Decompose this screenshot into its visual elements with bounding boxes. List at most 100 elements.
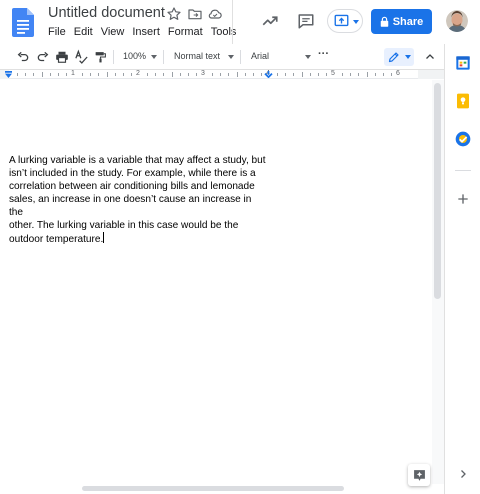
ruler-tick bbox=[114, 73, 116, 76]
present-icon bbox=[334, 14, 349, 27]
ruler-number: 1 bbox=[71, 70, 75, 77]
ruler-tick bbox=[366, 72, 368, 77]
font-caret[interactable] bbox=[305, 55, 311, 59]
document-line: isn’t included in the study. For example… bbox=[9, 168, 256, 179]
ruler-tick bbox=[350, 73, 352, 76]
ruler-tick bbox=[285, 73, 287, 76]
style-caret[interactable] bbox=[228, 55, 234, 59]
ruler-tick bbox=[41, 72, 43, 77]
more-options-button[interactable]: ··· bbox=[318, 48, 329, 60]
chevron-right-icon[interactable] bbox=[457, 468, 469, 480]
menu-file[interactable]: File bbox=[48, 26, 74, 38]
redo-icon[interactable] bbox=[36, 49, 50, 65]
toolbar-separator bbox=[163, 50, 164, 64]
editing-mode-button[interactable] bbox=[384, 48, 414, 66]
tab-stop-marker-icon[interactable] bbox=[264, 71, 273, 78]
lock-icon bbox=[380, 16, 388, 27]
menu-tools[interactable]: Tools bbox=[211, 26, 245, 38]
share-label: Share bbox=[392, 15, 424, 28]
ruler-tick bbox=[82, 73, 84, 76]
ruler-tick bbox=[382, 73, 384, 76]
menu-format[interactable]: Format bbox=[168, 26, 211, 38]
side-panel bbox=[444, 44, 480, 494]
document-line: correlation between air conditioning bil… bbox=[9, 181, 255, 192]
ruler-tick bbox=[293, 73, 295, 76]
document-line: other. The lurking variable in this case… bbox=[9, 220, 239, 231]
style-select[interactable]: Normal text bbox=[174, 51, 220, 61]
ruler-tick bbox=[309, 73, 311, 76]
ruler-tick bbox=[90, 73, 92, 76]
zoom-select[interactable]: 100% bbox=[123, 51, 146, 61]
calendar-icon[interactable] bbox=[455, 55, 471, 71]
editing-mode-caret bbox=[405, 55, 411, 59]
ruler: 1 2 3 4 5 6 bbox=[0, 70, 444, 79]
ruler-tick bbox=[301, 72, 303, 77]
ruler-tick bbox=[252, 73, 254, 76]
present-dropdown-caret[interactable] bbox=[353, 20, 359, 24]
menu-insert[interactable]: Insert bbox=[132, 26, 168, 38]
ruler-tick bbox=[122, 73, 124, 76]
move-to-folder-icon[interactable] bbox=[187, 6, 203, 22]
comment-history-icon[interactable] bbox=[297, 12, 315, 30]
zoom-caret[interactable] bbox=[151, 55, 157, 59]
ruler-tick bbox=[98, 73, 100, 76]
ruler-tick bbox=[358, 73, 360, 76]
document-body[interactable]: A lurking variable is a variable that ma… bbox=[9, 154, 267, 246]
horizontal-scrollbar-thumb[interactable] bbox=[82, 486, 344, 491]
ruler-tick bbox=[57, 73, 59, 76]
vertical-scrollbar-thumb[interactable] bbox=[434, 83, 441, 299]
header-divider bbox=[232, 0, 233, 44]
explore-button[interactable] bbox=[408, 464, 430, 486]
ruler-tick bbox=[342, 73, 344, 76]
document-line: A lurking variable is a variable that ma… bbox=[9, 155, 266, 166]
tasks-icon[interactable] bbox=[455, 131, 471, 147]
ruler-tick bbox=[228, 73, 230, 76]
present-button[interactable] bbox=[327, 9, 363, 33]
explore-icon bbox=[413, 469, 425, 481]
chevron-up-icon[interactable] bbox=[424, 49, 436, 65]
ruler-tick bbox=[277, 73, 279, 76]
ruler-tick bbox=[317, 73, 319, 76]
activity-dashboard-icon[interactable] bbox=[261, 12, 279, 30]
text-cursor bbox=[103, 232, 105, 243]
avatar[interactable] bbox=[446, 10, 468, 32]
toolbar-separator bbox=[240, 50, 241, 64]
ruler-tick bbox=[25, 73, 27, 76]
ruler-tick bbox=[390, 73, 392, 76]
ruler-tick bbox=[49, 73, 51, 76]
menu-edit[interactable]: Edit bbox=[74, 26, 101, 38]
ruler-tick bbox=[65, 73, 67, 76]
side-panel-divider bbox=[455, 170, 471, 171]
paint-format-icon[interactable] bbox=[94, 49, 107, 65]
ruler-tick bbox=[244, 73, 246, 76]
undo-icon[interactable] bbox=[16, 49, 30, 65]
ruler-tick bbox=[171, 72, 173, 77]
keep-icon[interactable] bbox=[455, 93, 471, 109]
document-page[interactable]: A lurking variable is a variable that ma… bbox=[0, 80, 432, 484]
ruler-tick bbox=[260, 73, 262, 76]
star-icon[interactable] bbox=[166, 6, 182, 22]
ruler-number: 2 bbox=[136, 70, 140, 77]
document-line: sales, an increase in one doesn’t cause … bbox=[9, 194, 252, 218]
ruler-tick bbox=[236, 72, 238, 77]
document-title[interactable]: Untitled document bbox=[48, 5, 165, 21]
font-select[interactable]: Arial bbox=[251, 51, 269, 61]
spellcheck-icon[interactable] bbox=[74, 49, 89, 65]
ruler-tick bbox=[374, 73, 376, 76]
indent-marker-icon[interactable] bbox=[4, 71, 13, 78]
print-icon[interactable] bbox=[55, 49, 69, 65]
cloud-status-icon[interactable] bbox=[207, 6, 223, 22]
ruler-right-margin bbox=[418, 70, 444, 79]
ruler-number: 6 bbox=[396, 70, 400, 77]
header: Untitled document File Edit View Insert … bbox=[0, 0, 480, 44]
plus-icon[interactable] bbox=[455, 191, 471, 207]
docs-window: Untitled document File Edit View Insert … bbox=[0, 0, 480, 494]
ruler-tick bbox=[187, 73, 189, 76]
share-button[interactable]: Share bbox=[371, 9, 432, 34]
ruler-number: 3 bbox=[201, 70, 205, 77]
menu-view[interactable]: View bbox=[101, 26, 133, 38]
docs-logo-icon[interactable] bbox=[12, 8, 34, 37]
ruler-tick bbox=[147, 73, 149, 76]
ruler-tick bbox=[130, 73, 132, 76]
ruler-tick bbox=[212, 73, 214, 76]
